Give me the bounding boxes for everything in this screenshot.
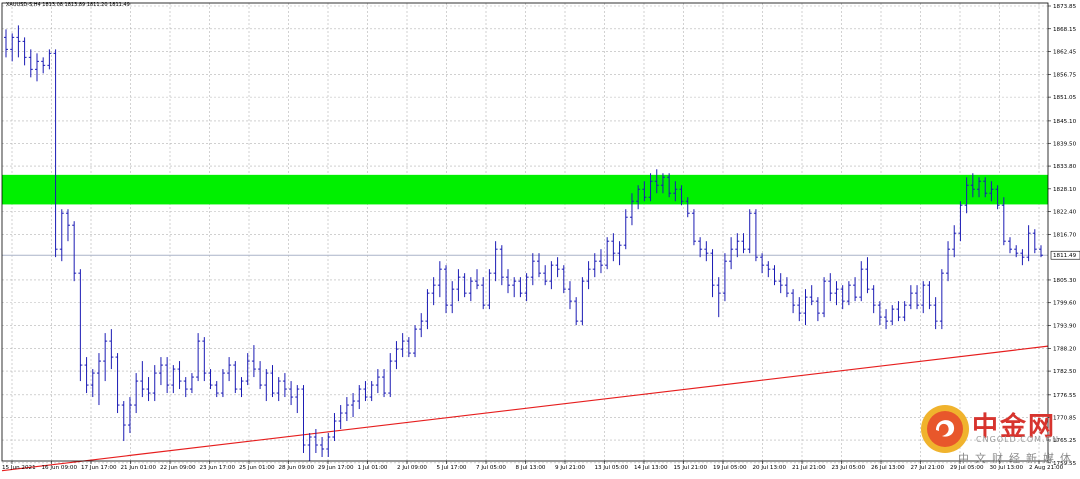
x-tick-label: 1 Jul 01:00 — [358, 465, 388, 471]
y-tick-label: 1828.10 — [1053, 187, 1077, 193]
y-tick-label: 1845.10 — [1053, 119, 1077, 125]
x-tick-label: 17 Jun 17:00 — [81, 465, 117, 471]
y-tick-label: 1816.70 — [1053, 232, 1077, 238]
x-tick-label: 19 Jul 05:00 — [713, 465, 747, 471]
chart-title: XAUUSD-S,H4 1813.08 1813.89 1811.20 1811… — [6, 2, 130, 8]
cngold-logo-icon — [921, 405, 969, 453]
y-tick-label: 1862.45 — [1053, 50, 1077, 56]
x-tick-label: 15 Jul 21:00 — [674, 465, 708, 471]
x-tick-label: 21 Jun 01:00 — [121, 465, 157, 471]
y-tick-label: 1793.90 — [1053, 324, 1077, 330]
y-tick-label: 1811.49 — [1053, 253, 1077, 259]
x-tick-label: 28 Jun 09:00 — [279, 465, 315, 471]
watermark-subtitle: 中文财经新媒体 — [958, 452, 1077, 465]
resistance-zone — [2, 174, 1048, 205]
y-tick-label: 1776.55 — [1053, 393, 1077, 399]
x-tick-label: 8 Jul 13:00 — [516, 465, 546, 471]
x-tick-label: 29 Jun 17:00 — [318, 465, 354, 471]
x-tick-label: 2 Jul 09:00 — [397, 465, 427, 471]
y-tick-label: 1833.80 — [1053, 164, 1077, 170]
y-tick-label: 1851.05 — [1053, 95, 1077, 101]
x-tick-label: 14 Jul 13:00 — [634, 465, 668, 471]
y-tick-label: 1822.40 — [1053, 210, 1077, 216]
x-tick-label: 16 Jun 09:00 — [42, 465, 78, 471]
y-tick-label: 1805.30 — [1053, 278, 1077, 284]
x-tick-label: 5 Jul 17:00 — [437, 465, 467, 471]
x-tick-label: 9 Jul 21:00 — [555, 465, 585, 471]
y-tick-label: 1856.75 — [1053, 72, 1077, 78]
y-tick-label: 1873.85 — [1053, 4, 1077, 10]
x-tick-label: 22 Jun 09:00 — [160, 465, 196, 471]
watermark: 中金网 CNGOLD.COM.CN 中文财经新媒体 — [918, 402, 1080, 475]
x-tick-label: 21 Jul 21:00 — [792, 465, 826, 471]
y-tick-label: 1782.50 — [1053, 369, 1077, 375]
x-tick-label: 25 Jun 01:00 — [239, 465, 275, 471]
y-tick-label: 1788.20 — [1053, 346, 1077, 352]
x-tick-label: 23 Jun 17:00 — [200, 465, 236, 471]
x-tick-label: 23 Jul 05:00 — [832, 465, 866, 471]
watermark-domain: CNGOLD.COM.CN — [976, 435, 1060, 444]
x-tick-label: 15 Jun 2021 — [2, 465, 36, 471]
y-tick-label: 1839.50 — [1053, 141, 1077, 147]
x-tick-label: 7 Jul 05:00 — [476, 465, 506, 471]
x-tick-label: 26 Jul 13:00 — [871, 465, 905, 471]
plot-background — [2, 3, 1048, 461]
y-tick-label: 1799.60 — [1053, 301, 1077, 307]
y-tick-label: 1868.15 — [1053, 27, 1077, 33]
x-tick-label: 20 Jul 13:00 — [753, 465, 787, 471]
x-tick-label: 13 Jul 05:00 — [595, 465, 629, 471]
